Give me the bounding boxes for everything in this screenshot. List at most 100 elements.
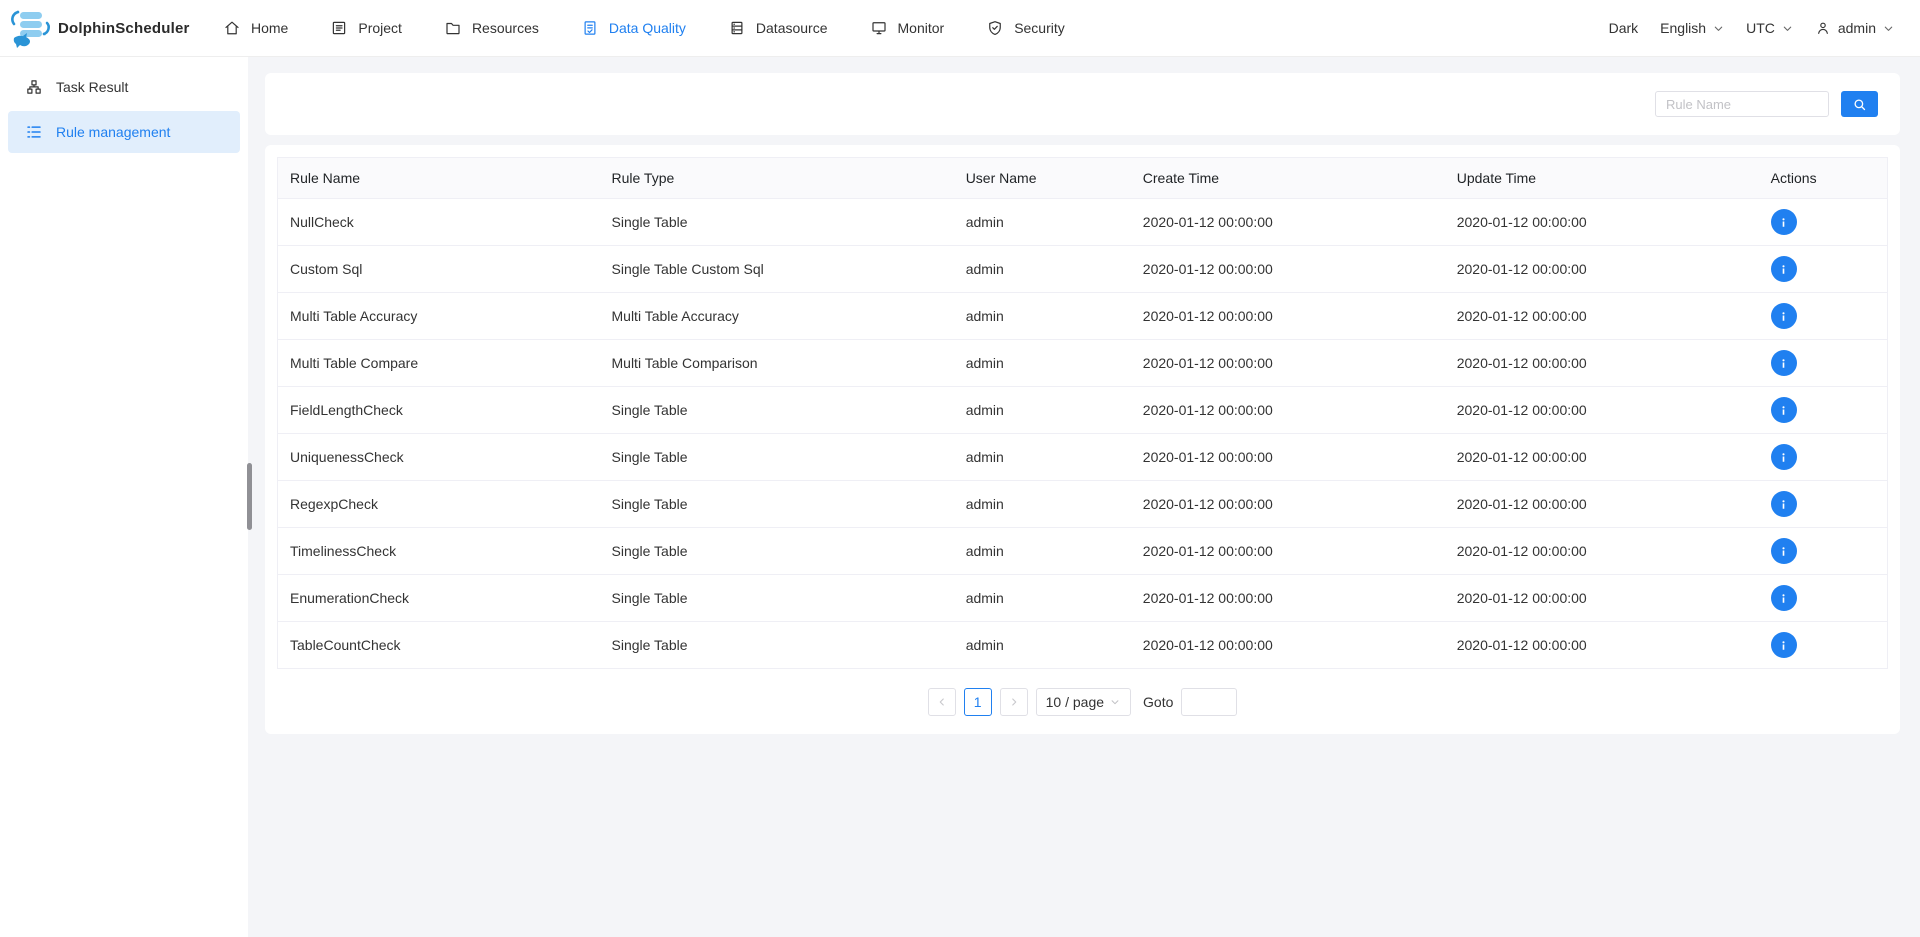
user-name-cell: admin — [954, 481, 1131, 528]
actions-cell — [1759, 340, 1888, 387]
column-header-create-time: Create Time — [1131, 158, 1445, 199]
sidebar-item-rule-management[interactable]: Rule management — [8, 111, 240, 153]
rule-details-button[interactable] — [1771, 491, 1797, 517]
rule-type-cell: Single Table — [600, 622, 954, 669]
actions-cell — [1759, 575, 1888, 622]
rule-details-button[interactable] — [1771, 632, 1797, 658]
rule-name-cell: UniquenessCheck — [278, 434, 600, 481]
rule-table-card: Rule Name Rule Type User Name Create Tim… — [265, 145, 1900, 734]
rule-details-button[interactable] — [1771, 303, 1797, 329]
main-content: Rule Name Rule Type User Name Create Tim… — [248, 57, 1920, 937]
nav-item-label: Security — [1014, 20, 1065, 36]
actions-cell — [1759, 293, 1888, 340]
sidebar-scrollbar-thumb[interactable] — [247, 463, 252, 530]
rule-details-button[interactable] — [1771, 256, 1797, 282]
update-time-cell: 2020-01-12 00:00:00 — [1445, 340, 1759, 387]
table-row: UniquenessCheckSingle Tableadmin2020-01-… — [278, 434, 1888, 481]
nav-item-resources[interactable]: Resources — [423, 0, 560, 56]
rule-type-cell: Single Table — [600, 199, 954, 246]
rule-management-icon — [25, 123, 43, 141]
rule-name-cell: TimelinessCheck — [278, 528, 600, 575]
project-icon — [330, 19, 348, 37]
search-icon — [1852, 97, 1867, 112]
rule-details-button[interactable] — [1771, 538, 1797, 564]
nav-item-label: Resources — [472, 20, 539, 36]
nav-item-project[interactable]: Project — [309, 0, 423, 56]
user-name-cell: admin — [954, 575, 1131, 622]
nav-item-datasource[interactable]: Datasource — [707, 0, 849, 56]
user-menu[interactable]: admin — [1815, 20, 1894, 36]
main-navigation: Home Project Resources — [202, 0, 1086, 56]
rule-type-cell: Single Table — [600, 387, 954, 434]
nav-item-home[interactable]: Home — [202, 0, 309, 56]
user-name-cell: admin — [954, 528, 1131, 575]
rule-name-cell: FieldLengthCheck — [278, 387, 600, 434]
create-time-cell: 2020-01-12 00:00:00 — [1131, 246, 1445, 293]
rule-type-cell: Multi Table Comparison — [600, 340, 954, 387]
table-row: TableCountCheckSingle Tableadmin2020-01-… — [278, 622, 1888, 669]
actions-cell — [1759, 528, 1888, 575]
rule-name-search-input[interactable] — [1655, 91, 1829, 117]
column-header-user-name: User Name — [954, 158, 1131, 199]
page-number-button[interactable]: 1 — [964, 688, 992, 716]
create-time-cell: 2020-01-12 00:00:00 — [1131, 575, 1445, 622]
rule-details-button[interactable] — [1771, 585, 1797, 611]
next-page-button[interactable] — [1000, 688, 1028, 716]
actions-cell — [1759, 434, 1888, 481]
table-row: Multi Table AccuracyMulti Table Accuracy… — [278, 293, 1888, 340]
goto-page-input[interactable] — [1181, 688, 1237, 716]
create-time-cell: 2020-01-12 00:00:00 — [1131, 387, 1445, 434]
rule-name-cell: TableCountCheck — [278, 622, 600, 669]
create-time-cell: 2020-01-12 00:00:00 — [1131, 622, 1445, 669]
info-icon — [1776, 638, 1791, 653]
nav-item-monitor[interactable]: Monitor — [849, 0, 966, 56]
table-row: Multi Table CompareMulti Table Compariso… — [278, 340, 1888, 387]
user-name-cell: admin — [954, 622, 1131, 669]
sidebar: Task Result Rule management — [0, 57, 248, 937]
nav-item-data-quality[interactable]: Data Quality — [560, 0, 707, 56]
rule-type-cell: Single Table Custom Sql — [600, 246, 954, 293]
table-row: EnumerationCheckSingle Tableadmin2020-01… — [278, 575, 1888, 622]
monitor-icon — [870, 19, 888, 37]
rule-details-button[interactable] — [1771, 350, 1797, 376]
nav-item-label: Project — [358, 20, 402, 36]
update-time-cell: 2020-01-12 00:00:00 — [1445, 293, 1759, 340]
table-row: Custom SqlSingle Table Custom Sqladmin20… — [278, 246, 1888, 293]
nav-item-label: Monitor — [898, 20, 945, 36]
timezone-label: UTC — [1746, 20, 1775, 36]
previous-page-button[interactable] — [928, 688, 956, 716]
table-row: TimelinessCheckSingle Tableadmin2020-01-… — [278, 528, 1888, 575]
table-body: NullCheckSingle Tableadmin2020-01-12 00:… — [278, 199, 1888, 669]
user-name-cell: admin — [954, 387, 1131, 434]
create-time-cell: 2020-01-12 00:00:00 — [1131, 434, 1445, 481]
table-row: FieldLengthCheckSingle Tableadmin2020-01… — [278, 387, 1888, 434]
page-size-select[interactable]: 10 / page — [1036, 688, 1131, 716]
info-icon — [1776, 450, 1791, 465]
chevron-down-icon — [1782, 23, 1793, 34]
navbar-right-controls: Dark English UTC admin — [1609, 20, 1920, 36]
sidebar-item-label: Rule management — [56, 124, 170, 140]
chevron-left-icon — [936, 696, 948, 708]
update-time-cell: 2020-01-12 00:00:00 — [1445, 622, 1759, 669]
search-button[interactable] — [1841, 91, 1878, 117]
theme-toggle[interactable]: Dark — [1609, 20, 1639, 36]
sidebar-item-task-result[interactable]: Task Result — [8, 66, 240, 108]
rule-type-cell: Single Table — [600, 575, 954, 622]
dolphinscheduler-logo-icon — [10, 8, 52, 48]
create-time-cell: 2020-01-12 00:00:00 — [1131, 528, 1445, 575]
rule-details-button[interactable] — [1771, 444, 1797, 470]
brand-name: DolphinScheduler — [58, 20, 190, 37]
user-name-cell: admin — [954, 434, 1131, 481]
actions-cell — [1759, 481, 1888, 528]
timezone-selector[interactable]: UTC — [1746, 20, 1793, 36]
nav-item-label: Data Quality — [609, 20, 686, 36]
create-time-cell: 2020-01-12 00:00:00 — [1131, 199, 1445, 246]
nav-item-security[interactable]: Security — [965, 0, 1086, 56]
language-selector[interactable]: English — [1660, 20, 1724, 36]
rule-details-button[interactable] — [1771, 397, 1797, 423]
update-time-cell: 2020-01-12 00:00:00 — [1445, 528, 1759, 575]
update-time-cell: 2020-01-12 00:00:00 — [1445, 434, 1759, 481]
actions-cell — [1759, 246, 1888, 293]
rule-details-button[interactable] — [1771, 209, 1797, 235]
info-icon — [1776, 497, 1791, 512]
